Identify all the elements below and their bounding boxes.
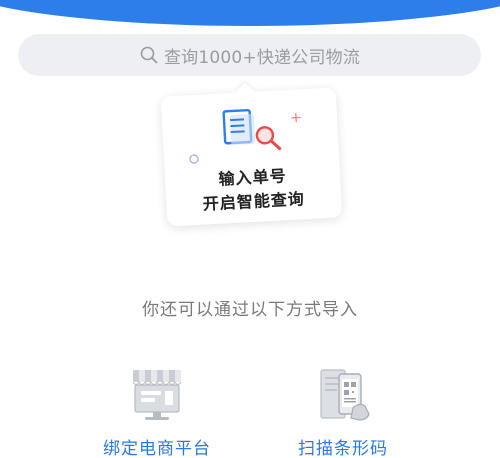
bind-ecommerce-label: 绑定电商平台 [103, 439, 211, 458]
scan-barcode-label: 扫描条形码 [298, 439, 388, 458]
scan-barcode-button[interactable]: 扫描条形码 [263, 364, 423, 458]
storefront-icon [132, 370, 182, 420]
query-tip-card: 输入单号 开启智能查询 [160, 82, 343, 227]
express-query-page: 查询1000+快递公司物流 输入单号 开启智能查询 你还可以通过以下方式导入 绑… [0, 0, 500, 458]
magnifier-icon [255, 126, 282, 151]
header-background [0, 0, 500, 26]
decor-plus-icon [291, 112, 301, 123]
search-icon [139, 45, 159, 65]
document-icon [222, 108, 256, 145]
import-hint-text: 你还可以通过以下方式导入 [142, 300, 358, 320]
search-placeholder: 查询1000+快递公司物流 [163, 47, 361, 68]
decor-circle-icon [189, 154, 199, 164]
search-input[interactable]: 查询1000+快递公司物流 [18, 34, 481, 76]
barcode-scan-icon [320, 369, 370, 421]
bind-ecommerce-button[interactable]: 绑定电商平台 [77, 364, 237, 458]
